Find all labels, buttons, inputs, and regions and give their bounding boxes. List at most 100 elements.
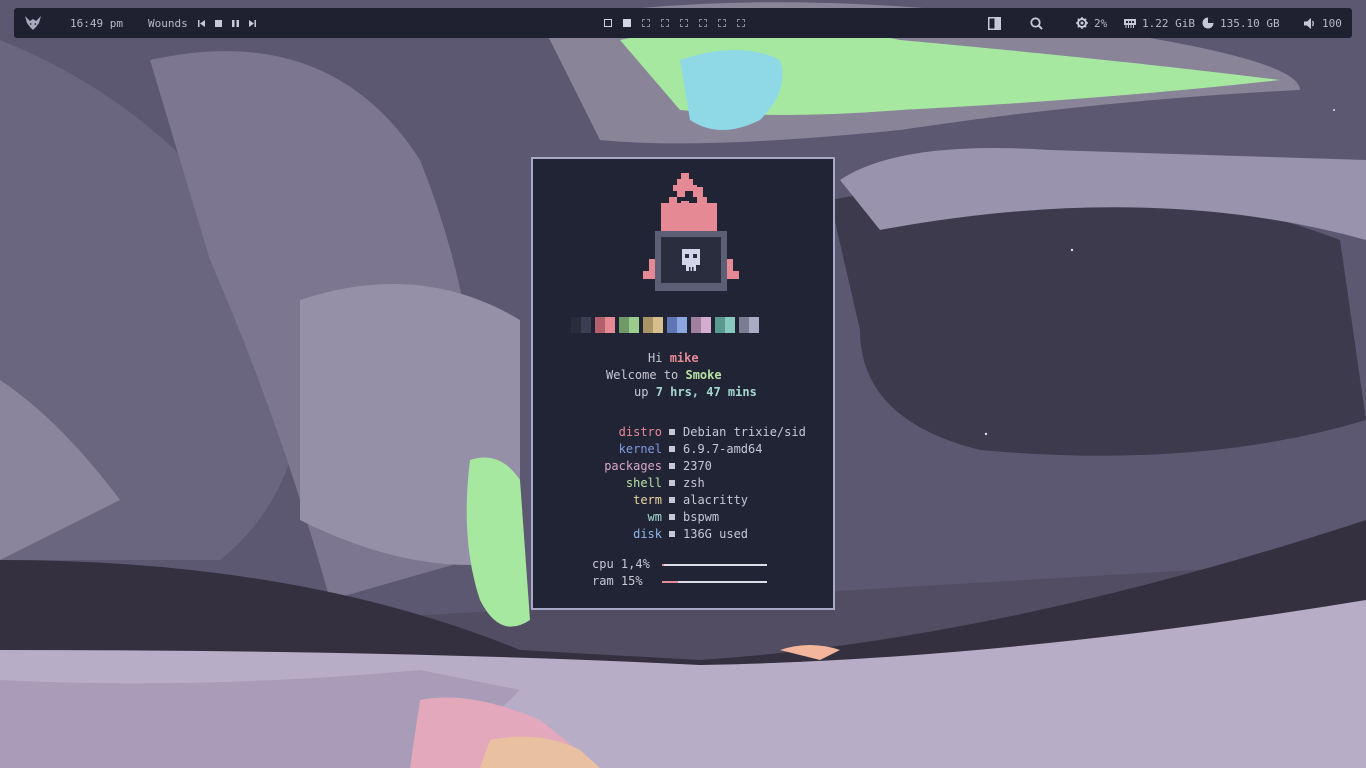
palette-swatch bbox=[595, 317, 615, 333]
meter-fill bbox=[662, 581, 678, 583]
palette-swatch-half bbox=[605, 317, 615, 333]
usage-meter: cpu 1,4% bbox=[592, 557, 792, 571]
palette-swatch bbox=[619, 317, 639, 333]
top-status-bar: 16:49 pm Wounds 2% 1.22 GiB 135.10 GB 10… bbox=[14, 8, 1352, 38]
workspace-4[interactable] bbox=[661, 19, 669, 27]
meter-label: cpu 1,4% bbox=[592, 557, 650, 571]
wolf-logo-icon bbox=[25, 16, 41, 30]
uptime-prefix: up bbox=[634, 385, 656, 399]
bullet-icon bbox=[669, 480, 675, 486]
palette-swatch-half bbox=[595, 317, 605, 333]
volume-widget[interactable]: 100 bbox=[1304, 8, 1342, 38]
color-palette bbox=[571, 317, 759, 333]
terminal-window[interactable]: Hi mike Welcome to Smoke up 7 hrs, 47 mi… bbox=[531, 157, 835, 610]
info-key: disk bbox=[633, 527, 662, 541]
skip-back-icon[interactable] bbox=[197, 19, 205, 27]
search-icon bbox=[1030, 16, 1043, 30]
distro-brand: Smoke bbox=[685, 368, 722, 382]
palette-swatch bbox=[715, 317, 735, 333]
bullet-icon bbox=[669, 497, 675, 503]
clock-text: 16:49 pm bbox=[70, 16, 123, 30]
palette-swatch-half bbox=[677, 317, 687, 333]
palette-swatch bbox=[739, 317, 759, 333]
workspace-8[interactable] bbox=[737, 19, 745, 27]
palette-swatch-half bbox=[619, 317, 629, 333]
disk-value: 135.10 GB bbox=[1220, 16, 1280, 30]
bullet-icon bbox=[669, 463, 675, 469]
info-row-packages: packages 2370 bbox=[533, 459, 833, 473]
bullet-icon bbox=[669, 429, 675, 435]
meter-label: ram 15% bbox=[592, 574, 643, 588]
info-row-distro: distro Debian trixie/sid bbox=[533, 425, 833, 439]
meter-fill bbox=[662, 564, 665, 566]
palette-swatch bbox=[691, 317, 711, 333]
skip-forward-icon[interactable] bbox=[248, 19, 256, 27]
stop-icon[interactable] bbox=[214, 19, 222, 27]
info-key: kernel bbox=[618, 442, 662, 456]
palette-swatch-half bbox=[571, 317, 581, 333]
workspace-2[interactable] bbox=[623, 19, 631, 27]
palette-swatch bbox=[667, 317, 687, 333]
workspace-6[interactable] bbox=[699, 19, 707, 27]
bullet-icon bbox=[669, 531, 675, 537]
palette-swatch-half bbox=[643, 317, 653, 333]
info-value: alacritty bbox=[683, 493, 749, 507]
bullet-icon bbox=[669, 514, 675, 520]
workspace-3[interactable] bbox=[642, 19, 650, 27]
memory-value: 1.22 GiB bbox=[1142, 16, 1195, 30]
workspace-1[interactable] bbox=[604, 19, 612, 27]
smoke-logo-art bbox=[643, 173, 739, 291]
username: mike bbox=[669, 351, 699, 365]
info-key: distro bbox=[618, 425, 662, 439]
meter-track bbox=[662, 564, 767, 566]
memory-usage-widget: 1.22 GiB bbox=[1124, 8, 1195, 38]
info-key: term bbox=[633, 493, 662, 507]
workspace-7[interactable] bbox=[718, 19, 726, 27]
palette-swatch-half bbox=[749, 317, 759, 333]
info-key: packages bbox=[604, 459, 662, 473]
info-key: wm bbox=[647, 510, 662, 524]
uptime-line: up 7 hrs, 47 mins bbox=[634, 385, 757, 399]
palette-swatch-half bbox=[667, 317, 677, 333]
info-key: shell bbox=[625, 476, 662, 490]
workspace-5[interactable] bbox=[680, 19, 688, 27]
info-value: bspwm bbox=[683, 510, 720, 524]
info-row-shell: shell zsh bbox=[533, 476, 833, 490]
pause-icon[interactable] bbox=[231, 19, 239, 27]
track-title[interactable]: Wounds bbox=[148, 17, 188, 30]
palette-swatch-half bbox=[701, 317, 711, 333]
greeting-prefix: Hi bbox=[648, 351, 670, 365]
pie-chart-icon bbox=[1202, 17, 1214, 29]
info-row-wm: wm bspwm bbox=[533, 510, 833, 524]
palette-swatch-half bbox=[629, 317, 639, 333]
cpu-usage-widget: 2% bbox=[1076, 8, 1107, 38]
info-row-term: term alacritty bbox=[533, 493, 833, 507]
layout-toggle-button[interactable] bbox=[988, 8, 1001, 38]
volume-value: 100 bbox=[1322, 16, 1342, 30]
search-button[interactable] bbox=[1030, 8, 1043, 38]
disk-usage-widget: 135.10 GB bbox=[1202, 8, 1280, 38]
clock: 16:49 pm bbox=[70, 8, 123, 38]
palette-swatch-half bbox=[715, 317, 725, 333]
greeting-line: Hi mike bbox=[648, 351, 699, 365]
info-value: 136G used bbox=[683, 527, 749, 541]
cpu-value: 2% bbox=[1094, 16, 1108, 30]
info-value: 2370 bbox=[683, 459, 712, 473]
welcome-prefix: Welcome to bbox=[606, 368, 686, 382]
info-value: zsh bbox=[683, 476, 705, 490]
palette-swatch-half bbox=[581, 317, 591, 333]
welcome-line: Welcome to Smoke bbox=[606, 368, 722, 382]
palette-swatch-half bbox=[653, 317, 663, 333]
uptime-value: 7 hrs, 47 mins bbox=[655, 385, 757, 399]
launcher-button[interactable] bbox=[24, 8, 42, 38]
info-value: 6.9.7-amd64 bbox=[683, 442, 763, 456]
music-player: Wounds bbox=[148, 8, 256, 38]
palette-swatch bbox=[571, 317, 591, 333]
info-row-kernel: kernel 6.9.7-amd64 bbox=[533, 442, 833, 456]
info-row-disk: disk 136G used bbox=[533, 527, 833, 541]
bullet-icon bbox=[669, 446, 675, 452]
meter-track bbox=[662, 581, 767, 583]
palette-swatch-half bbox=[691, 317, 701, 333]
memory-chip-icon bbox=[1124, 19, 1136, 28]
palette-swatch-half bbox=[739, 317, 749, 333]
